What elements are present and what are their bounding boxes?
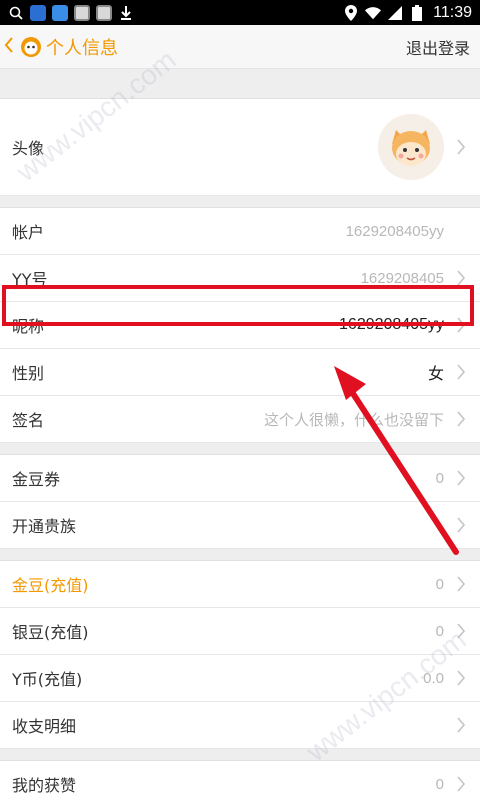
wifi-icon	[365, 5, 382, 21]
yy-number-row[interactable]: YY号 1629208405	[0, 255, 480, 302]
y-coin-label: Y币(充值)	[12, 670, 83, 689]
gold-bean-value: 0	[435, 575, 444, 593]
gold-coupon-label: 金豆券	[12, 470, 61, 489]
transactions-label: 收支明细	[12, 717, 77, 736]
section-gap	[0, 749, 480, 761]
my-likes-row[interactable]: 我的获赞 0	[0, 761, 480, 800]
nobility-label: 开通贵族	[12, 517, 77, 536]
app-icon	[96, 4, 112, 21]
y-coin-value: 0.0	[423, 669, 444, 687]
avatar[interactable]	[378, 114, 444, 180]
gold-coupon-row[interactable]: 金豆券 0	[0, 455, 480, 502]
account-value: 1629208405yy	[345, 222, 444, 240]
nickname-label: 昵称	[12, 317, 45, 336]
my-likes-value: 0	[435, 775, 444, 793]
account-label: 帐户	[12, 223, 45, 242]
search-icon	[8, 5, 24, 21]
account-group: 帐户 1629208405yy YY号 1629208405 昵称 162920…	[0, 208, 480, 443]
gender-label: 性别	[12, 364, 45, 383]
yy-number-value: 1629208405	[360, 269, 444, 287]
nickname-row[interactable]: 昵称 1629208405yy	[0, 302, 480, 349]
status-bar: 11:39	[0, 0, 480, 25]
nickname-value: 1629208405yy	[339, 316, 444, 333]
app-icon	[30, 4, 46, 21]
signature-value: 这个人很懒，什么也没留下	[263, 410, 444, 429]
y-coin-row[interactable]: Y币(充值) 0.0	[0, 655, 480, 702]
gold-bean-label: 金豆(充值)	[12, 576, 89, 595]
chevron-right-icon	[456, 670, 466, 686]
chevron-right-icon	[456, 470, 466, 486]
chevron-right-icon	[456, 270, 466, 286]
signal-icon	[387, 5, 403, 21]
currency-group: 金豆(充值) 0 银豆(充值) 0 Y币(充值) 0.0 收支明细	[0, 561, 480, 749]
transactions-row[interactable]: 收支明细	[0, 702, 480, 749]
chevron-right-icon	[456, 139, 466, 155]
gender-row[interactable]: 性别 女	[0, 349, 480, 396]
my-likes-label: 我的获赞	[12, 776, 77, 795]
likes-group: 我的获赞 0	[0, 761, 480, 800]
battery-icon	[409, 4, 425, 21]
silver-bean-label: 银豆(充值)	[12, 623, 89, 642]
silver-bean-value: 0	[435, 622, 444, 640]
gold-coupon-value: 0	[435, 469, 444, 487]
section-gap	[0, 69, 480, 99]
chevron-right-icon	[456, 717, 466, 733]
location-icon	[343, 4, 359, 21]
silver-bean-row[interactable]: 银豆(充值) 0	[0, 608, 480, 655]
nobility-row[interactable]: 开通贵族	[0, 502, 480, 549]
sync-icon	[52, 4, 68, 21]
chevron-right-icon	[456, 576, 466, 592]
profile-group: 头像	[0, 99, 480, 196]
signature-row[interactable]: 签名 这个人很懒，什么也没留下	[0, 396, 480, 443]
app-header: 个人信息 退出登录	[0, 25, 480, 69]
clock: 11:39	[433, 3, 472, 21]
chevron-right-icon	[456, 317, 466, 333]
chevron-right-icon	[456, 776, 466, 792]
section-gap	[0, 196, 480, 208]
yy-number-label: YY号	[12, 270, 48, 289]
page-title: 个人信息	[46, 37, 118, 59]
avatar-row[interactable]: 头像	[0, 99, 480, 196]
app-icon	[74, 4, 90, 21]
gold-bean-row[interactable]: 金豆(充值) 0	[0, 561, 480, 608]
back-icon[interactable]	[4, 36, 18, 58]
logout-button[interactable]: 退出登录	[406, 35, 470, 59]
chevron-right-icon	[456, 623, 466, 639]
signature-label: 签名	[12, 411, 45, 430]
download-icon	[118, 5, 134, 21]
section-gap	[0, 549, 480, 561]
account-row: 帐户 1629208405yy	[0, 208, 480, 255]
chevron-right-icon	[456, 411, 466, 427]
benefits-group: 金豆券 0 开通贵族	[0, 455, 480, 549]
gender-value: 女	[427, 364, 444, 383]
chevron-right-icon	[456, 517, 466, 533]
section-gap	[0, 443, 480, 455]
chevron-right-icon	[456, 364, 466, 380]
avatar-label: 头像	[12, 139, 45, 158]
yy-logo-icon	[20, 36, 42, 58]
